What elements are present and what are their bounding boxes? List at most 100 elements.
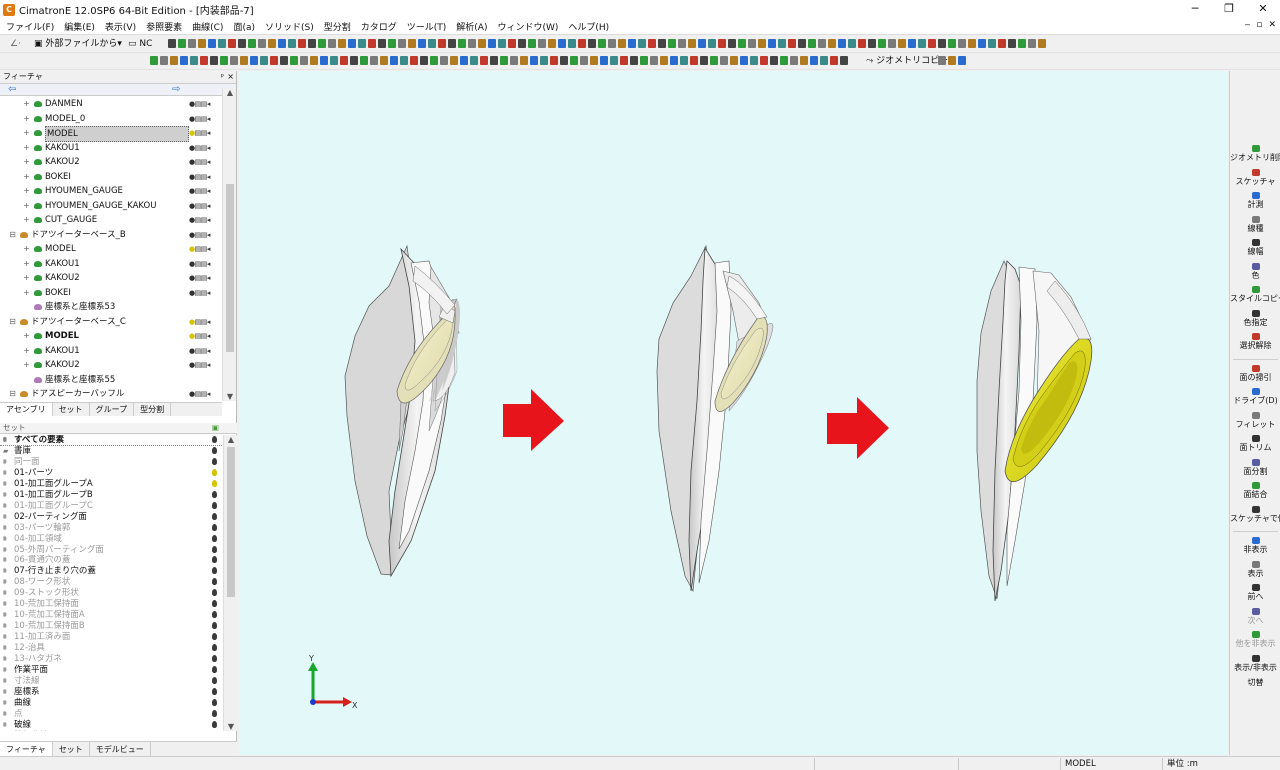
toolbar-icon[interactable] — [738, 39, 746, 48]
command-button[interactable]: 面トリム — [1230, 435, 1280, 453]
visibility-bulb-icon[interactable] — [212, 644, 217, 652]
toolbar-icon[interactable] — [480, 56, 488, 65]
toolbar-icon[interactable] — [1018, 39, 1026, 48]
tree-item[interactable]: + MODEL ●▤▤◂ — [0, 126, 222, 142]
toolbar-icon[interactable] — [998, 39, 1006, 48]
toolbar-icon[interactable] — [518, 39, 526, 48]
expand-icon[interactable]: + — [22, 141, 31, 155]
visibility-bulb-icon[interactable] — [212, 676, 217, 684]
toolbar-icon[interactable] — [758, 39, 766, 48]
toolbar-icon[interactable] — [170, 56, 178, 65]
scroll-thumb[interactable] — [226, 184, 234, 352]
command-button[interactable]: スケッチャ — [1230, 168, 1280, 187]
toolbar-icon[interactable] — [280, 56, 288, 65]
tab-mold-split[interactable]: 型分割 — [134, 403, 172, 416]
toolbar-icon[interactable] — [240, 56, 248, 65]
toolbar-icon[interactable] — [748, 39, 756, 48]
menu-mold-split[interactable]: 型分割 — [324, 20, 351, 33]
set-item[interactable]: ⩩ 01-加工面グループA — [0, 479, 222, 490]
tab-assembly[interactable]: アセンブリ — [0, 403, 53, 416]
visibility-flags-icon[interactable]: ●▤▤◂ — [189, 228, 210, 242]
feature-tree-scrollbar[interactable]: ▲ ▼ — [222, 88, 236, 401]
visibility-bulb-icon[interactable] — [212, 600, 217, 608]
toolbar-icon[interactable] — [630, 56, 638, 65]
toolbar-icon[interactable] — [788, 39, 796, 48]
toolbar-icon[interactable] — [820, 56, 828, 65]
set-item[interactable]: ⩩ 01-加工面グループB — [0, 490, 222, 501]
set-item[interactable]: ⩩ 寸法線 — [0, 676, 222, 687]
toolbar-icon[interactable] — [340, 56, 348, 65]
command-button[interactable]: 線幅 — [1230, 239, 1280, 257]
toolbar-icon[interactable] — [320, 56, 328, 65]
expand-icon[interactable]: + — [22, 170, 31, 184]
visibility-flags-icon[interactable]: ●▤▤◂ — [189, 286, 210, 300]
visibility-bulb-icon[interactable] — [212, 479, 217, 487]
expand-icon[interactable]: + — [22, 242, 31, 256]
tree-item[interactable]: + HYOUMEN_GAUGE ●▤▤◂ — [0, 184, 222, 199]
toolbar-icon[interactable] — [488, 39, 496, 48]
toolbar-icon[interactable] — [818, 39, 826, 48]
toolbar-icon[interactable] — [578, 39, 586, 48]
toolbar-icon[interactable] — [510, 56, 518, 65]
toolbar-icon[interactable] — [268, 39, 276, 48]
tree-item[interactable]: + KAKOU2 ●▤▤◂ — [0, 155, 222, 170]
menu-face[interactable]: 面(a) — [233, 20, 255, 33]
set-item[interactable]: ⩩ 13-ハタガネ — [0, 654, 222, 665]
toolbar-icon[interactable] — [588, 39, 596, 48]
set-item[interactable]: ⩩ 作業平面 — [0, 665, 222, 676]
toolbar-icon[interactable] — [418, 39, 426, 48]
expand-icon[interactable]: + — [22, 257, 31, 271]
toolbar-icon[interactable] — [300, 56, 308, 65]
import-button[interactable]: ▣ 外部ファイルから▾ — [34, 38, 122, 51]
set-item[interactable]: ⩩ 曲線 — [0, 698, 222, 709]
visibility-bulb-icon[interactable] — [212, 490, 217, 498]
tree-item[interactable]: + KAKOU1 ●▤▤◂ — [0, 344, 222, 359]
toolbar-icon[interactable] — [868, 39, 876, 48]
toolbar-icon[interactable] — [258, 39, 266, 48]
set-item[interactable]: ⩩ 12-治具 — [0, 643, 222, 654]
toolbar-icon[interactable] — [750, 56, 758, 65]
toolbar-icon[interactable] — [650, 56, 658, 65]
toolbar-icons-row2-end[interactable] — [938, 56, 968, 67]
toolbar-icon[interactable] — [270, 56, 278, 65]
toolbar-icon[interactable] — [680, 56, 688, 65]
toolbar-icon[interactable] — [150, 56, 158, 65]
toolbar-icon[interactable] — [830, 56, 838, 65]
tree-item[interactable]: + MODEL_0 ●▤▤◂ — [0, 112, 222, 127]
toolbar-icon[interactable] — [618, 39, 626, 48]
toolbar-icon[interactable] — [670, 56, 678, 65]
visibility-bulb-icon[interactable] — [212, 665, 217, 673]
visibility-bulb-icon[interactable] — [212, 709, 217, 717]
command-button[interactable]: 非表示 — [1230, 537, 1280, 555]
set-item[interactable]: ⩩ 10-荒加工保持面A — [0, 610, 222, 621]
visibility-flags-icon[interactable]: ●▤▤◂ — [189, 184, 210, 198]
toolbar-icon[interactable] — [470, 56, 478, 65]
toolbar-icon[interactable] — [918, 39, 926, 48]
toolbar-icon[interactable] — [428, 39, 436, 48]
toolbar-icon[interactable] — [620, 56, 628, 65]
tree-item[interactable]: 座標系と座標系55 — [0, 373, 222, 388]
toolbar-icon[interactable] — [350, 56, 358, 65]
command-button[interactable]: 色指定 — [1230, 309, 1280, 328]
toolbar-icon[interactable] — [370, 56, 378, 65]
toolbar-icon[interactable] — [298, 39, 306, 48]
visibility-flags-icon[interactable]: ●▤▤◂ — [189, 141, 210, 155]
command-button[interactable]: 表示 — [1230, 560, 1280, 579]
toolbar-icon[interactable] — [540, 56, 548, 65]
toolbar-icon[interactable] — [508, 39, 516, 48]
command-button[interactable]: 面の掃引 — [1230, 364, 1280, 383]
tree-item[interactable]: ⊟ ドアツイーターベース_B ●▤▤◂ — [0, 228, 222, 243]
set-item[interactable]: ⩩ 01-パーツ — [0, 468, 222, 479]
set-item[interactable]: ⩩ 01-加工面グループC — [0, 501, 222, 512]
close-pane-button[interactable]: × — [227, 71, 234, 83]
set-item[interactable]: ⩩ 03-パーツ輪郭 — [0, 523, 222, 534]
visibility-bulb-icon[interactable] — [212, 567, 217, 575]
toolbar-icon[interactable] — [660, 56, 668, 65]
set-item[interactable]: ⩩ 10-荒加工保持面 — [0, 599, 222, 610]
toolbar-icon[interactable] — [478, 39, 486, 48]
toolbar-icon[interactable] — [590, 56, 598, 65]
visibility-flags-icon[interactable]: ●▤▤◂ — [189, 199, 210, 213]
expand-icon[interactable]: + — [22, 344, 31, 358]
toolbar-icon[interactable] — [800, 56, 808, 65]
toolbar-icon[interactable] — [730, 56, 738, 65]
